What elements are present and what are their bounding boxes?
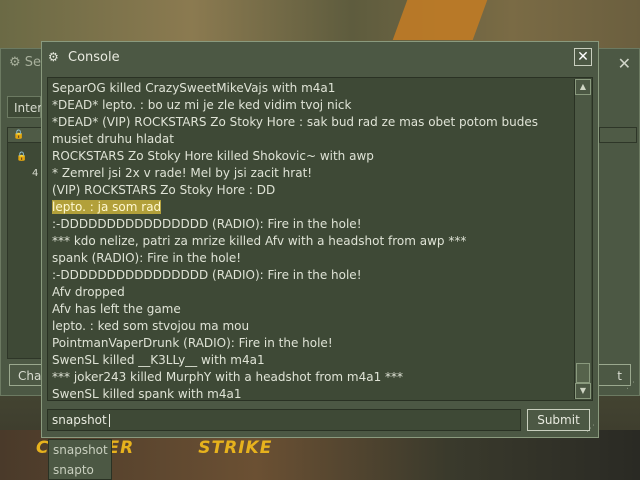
- console-line-text: ROCKSTARS Zo Stoky Hore killed Shokovic~…: [52, 149, 374, 163]
- console-line: SwenSL killed spank with m4a1: [52, 386, 572, 401]
- console-line-text: PointmanVaperDrunk (RADIO): Fire in the …: [52, 336, 333, 350]
- console-line-text: *** joker243 killed MurphY with a headsh…: [52, 370, 404, 384]
- console-line-text: Afv dropped: [52, 285, 125, 299]
- console-line-text: (VIP) ROCKSTARS Zo Stoky Hore : DD: [52, 183, 276, 197]
- console-line: :-DDDDDDDDDDDDDDDD (RADIO): Fire in the …: [52, 216, 572, 233]
- console-line: lepto. : ked som stvojou ma mou: [52, 318, 572, 335]
- resize-grip-icon[interactable]: ⋰: [586, 424, 595, 434]
- autocomplete-list[interactable]: snapshot snapto: [48, 439, 112, 480]
- console-line-text: spank (RADIO): Fire in the hole!: [52, 251, 242, 265]
- console-lines: SeparOG killed CrazySweetMikeVajs with m…: [52, 80, 572, 401]
- server-browser-tab-internet[interactable]: Inter: [7, 96, 42, 118]
- console-line-text: Afv has left the game: [52, 302, 181, 316]
- autocomplete-item[interactable]: snapshot: [49, 440, 111, 460]
- console-scrollbar[interactable]: ▲ ▼: [574, 79, 591, 399]
- server-browser-close-icon[interactable]: ✕: [618, 54, 631, 73]
- server-row-count: 4: [32, 168, 39, 179]
- autocomplete-item[interactable]: snapto: [49, 460, 111, 480]
- change-filters-button[interactable]: Cha: [9, 364, 43, 386]
- lock-icon: 🔒: [13, 130, 25, 140]
- console-line-text: SeparOG killed CrazySweetMikeVajs with m…: [52, 81, 336, 95]
- background-orange-crate: [392, 0, 488, 40]
- console-line-text: *** kdo nelize, patri za mrize killed Af…: [52, 234, 467, 248]
- console-line: *** kdo nelize, patri za mrize killed Af…: [52, 233, 572, 250]
- console-line-text: SwenSL killed __K3LLy__ with m4a1: [52, 353, 265, 367]
- console-line: lepto. : ja som rad: [52, 199, 572, 216]
- server-list-right-header: [599, 127, 637, 143]
- scroll-down-arrow-icon[interactable]: ▼: [575, 383, 591, 399]
- console-line: PointmanVaperDrunk (RADIO): Fire in the …: [52, 335, 572, 352]
- console-line-text: * Zemrel jsi 2x v rade! Mel by jsi zacit…: [52, 166, 313, 180]
- console-line-text: *DEAD* lepto. : bo uz mi je zle ked vidi…: [52, 98, 352, 112]
- console-line: *DEAD* lepto. : bo uz mi je zle ked vidi…: [52, 97, 572, 114]
- console-line: SwenSL killed __K3LLy__ with m4a1: [52, 352, 572, 369]
- steam-icon: ⚙: [48, 50, 59, 64]
- console-line: ROCKSTARS Zo Stoky Hore killed Shokovic~…: [52, 148, 572, 165]
- console-line: Afv dropped: [52, 284, 572, 301]
- console-input[interactable]: snapshot: [47, 409, 521, 431]
- submit-button[interactable]: Submit: [527, 409, 590, 431]
- console-line: * Zemrel jsi 2x v rade! Mel by jsi zacit…: [52, 165, 572, 182]
- console-window: ⚙ Console ✕ SeparOG killed CrazySweetMik…: [41, 41, 599, 438]
- console-line-text: lepto. : ja som rad: [52, 200, 162, 214]
- console-line: Afv has left the game: [52, 301, 572, 318]
- console-line: SeparOG killed CrazySweetMikeVajs with m…: [52, 80, 572, 97]
- scroll-thumb[interactable]: [576, 363, 590, 383]
- console-line: (VIP) ROCKSTARS Zo Stoky Hore : DD: [52, 182, 572, 199]
- console-title: Console: [68, 50, 120, 65]
- console-line-text: :-DDDDDDDDDDDDDDDD (RADIO): Fire in the …: [52, 217, 362, 231]
- scroll-up-arrow-icon[interactable]: ▲: [575, 79, 591, 95]
- resize-grip-icon[interactable]: ⋰: [626, 381, 635, 391]
- lock-icon: 🔒: [16, 152, 28, 162]
- console-line-text: SwenSL killed spank with m4a1: [52, 387, 242, 401]
- server-browser-title: ⚙ Se: [9, 55, 42, 70]
- console-log[interactable]: SeparOG killed CrazySweetMikeVajs with m…: [47, 77, 593, 401]
- close-button[interactable]: ✕: [574, 48, 592, 66]
- console-line-text: lepto. : ked som stvojou ma mou: [52, 319, 250, 333]
- console-line: *** joker243 killed MurphY with a headsh…: [52, 369, 572, 386]
- console-line: :-DDDDDDDDDDDDDDDD (RADIO): Fire in the …: [52, 267, 572, 284]
- console-line-text: :-DDDDDDDDDDDDDDDD (RADIO): Fire in the …: [52, 268, 362, 282]
- text-caret: [108, 414, 110, 427]
- console-line: *DEAD* (VIP) ROCKSTARS Zo Stoky Hore : s…: [52, 114, 572, 148]
- console-line: spank (RADIO): Fire in the hole!: [52, 250, 572, 267]
- console-line-text: *DEAD* (VIP) ROCKSTARS Zo Stoky Hore : s…: [52, 115, 539, 146]
